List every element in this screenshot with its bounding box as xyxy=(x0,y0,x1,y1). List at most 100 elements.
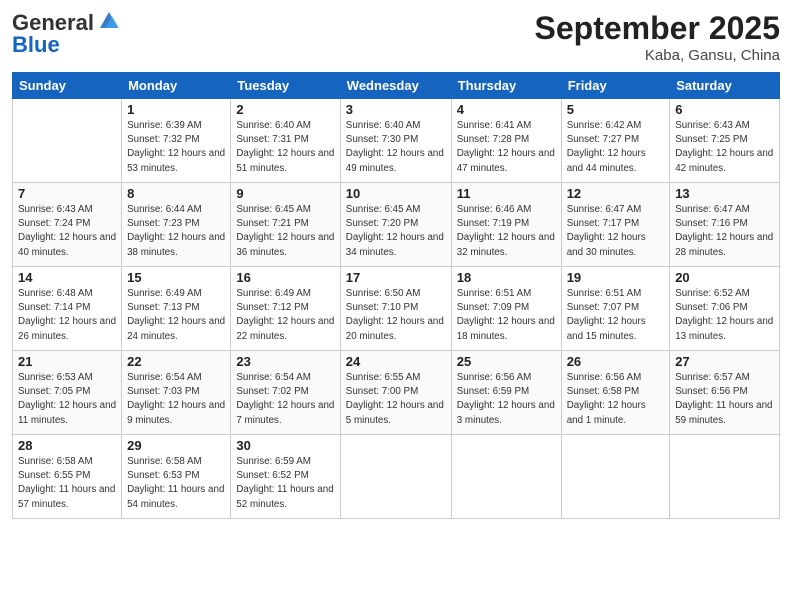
weekday-header: Friday xyxy=(561,73,670,99)
calendar-cell: 24Sunrise: 6:55 AM Sunset: 7:00 PM Dayli… xyxy=(340,351,451,435)
calendar-cell: 6 Sunrise: 6:43 AM Sunset: 7:25 PM Daylig… xyxy=(670,99,780,183)
day-number: 7 xyxy=(18,186,116,201)
calendar-cell: 14Sunrise: 6:48 AM Sunset: 7:14 PM Dayli… xyxy=(13,267,122,351)
calendar-cell xyxy=(670,435,780,519)
day-info: Sunrise: 6:40 AM Sunset: 7:31 PM Dayligh… xyxy=(236,119,334,176)
day-info: Sunrise: 6:57 AM Sunset: 6:56 PM Dayligh… xyxy=(675,371,774,428)
day-info: Sunrise: 6:48 AM Sunset: 7:14 PM Dayligh… xyxy=(18,287,116,344)
day-number: 23 xyxy=(236,354,334,369)
calendar-cell: 26 Sunrise: 6:56 AM Sunset: 6:58 PM Dayli… xyxy=(561,351,670,435)
day-number: 13 xyxy=(675,186,774,201)
day-number: 22 xyxy=(127,354,225,369)
day-info: Sunrise: 6:58 AM Sunset: 6:53 PM Dayligh… xyxy=(127,455,225,512)
calendar-cell: 12 Sunrise: 6:47 AM Sunset: 7:17 PM Dayli… xyxy=(561,183,670,267)
day-number: 24 xyxy=(346,354,446,369)
calendar-week-row: 7 Sunrise: 6:43 AM Sunset: 7:24 PM Daylig… xyxy=(13,183,780,267)
calendar-cell: 25 Sunrise: 6:56 AM Sunset: 6:59 PM Dayli… xyxy=(451,351,561,435)
calendar-cell: 17 Sunrise: 6:50 AM Sunset: 7:10 PM Dayli… xyxy=(340,267,451,351)
logo-icon xyxy=(96,8,122,34)
day-info: Sunrise: 6:52 AM Sunset: 7:06 PM Dayligh… xyxy=(675,287,774,344)
calendar-table: SundayMondayTuesdayWednesdayThursdayFrid… xyxy=(12,72,780,519)
day-info: Sunrise: 6:46 AM Sunset: 7:19 PM Dayligh… xyxy=(457,203,556,260)
day-info: Sunrise: 6:47 AM Sunset: 7:17 PM Dayligh… xyxy=(567,203,665,260)
day-number: 17 xyxy=(346,270,446,285)
day-info: Sunrise: 6:56 AM Sunset: 6:58 PM Dayligh… xyxy=(567,371,665,428)
day-number: 21 xyxy=(18,354,116,369)
calendar-cell: 8 Sunrise: 6:44 AM Sunset: 7:23 PM Daylig… xyxy=(122,183,231,267)
day-info: Sunrise: 6:39 AM Sunset: 7:32 PM Dayligh… xyxy=(127,119,225,176)
day-number: 10 xyxy=(346,186,446,201)
day-number: 4 xyxy=(457,102,556,117)
day-info: Sunrise: 6:47 AM Sunset: 7:16 PM Dayligh… xyxy=(675,203,774,260)
day-info: Sunrise: 6:42 AM Sunset: 7:27 PM Dayligh… xyxy=(567,119,665,176)
day-info: Sunrise: 6:49 AM Sunset: 7:13 PM Dayligh… xyxy=(127,287,225,344)
day-number: 11 xyxy=(457,186,556,201)
day-info: Sunrise: 6:45 AM Sunset: 7:21 PM Dayligh… xyxy=(236,203,334,260)
day-number: 16 xyxy=(236,270,334,285)
day-number: 19 xyxy=(567,270,665,285)
calendar-cell: 19 Sunrise: 6:51 AM Sunset: 7:07 PM Dayli… xyxy=(561,267,670,351)
weekday-header: Saturday xyxy=(670,73,780,99)
calendar-cell: 11 Sunrise: 6:46 AM Sunset: 7:19 PM Dayli… xyxy=(451,183,561,267)
calendar-cell: 7 Sunrise: 6:43 AM Sunset: 7:24 PM Daylig… xyxy=(13,183,122,267)
calendar-cell: 22Sunrise: 6:54 AM Sunset: 7:03 PM Dayli… xyxy=(122,351,231,435)
day-number: 2 xyxy=(236,102,334,117)
calendar-cell: 30Sunrise: 6:59 AM Sunset: 6:52 PM Dayli… xyxy=(231,435,340,519)
day-info: Sunrise: 6:45 AM Sunset: 7:20 PM Dayligh… xyxy=(346,203,446,260)
calendar-cell: 10 Sunrise: 6:45 AM Sunset: 7:20 PM Dayli… xyxy=(340,183,451,267)
calendar-cell: 21 Sunrise: 6:53 AM Sunset: 7:05 PM Dayli… xyxy=(13,351,122,435)
day-info: Sunrise: 6:50 AM Sunset: 7:10 PM Dayligh… xyxy=(346,287,446,344)
calendar-cell: 28Sunrise: 6:58 AM Sunset: 6:55 PM Dayli… xyxy=(13,435,122,519)
day-info: Sunrise: 6:56 AM Sunset: 6:59 PM Dayligh… xyxy=(457,371,556,428)
title-block: September 2025 Kaba, Gansu, China xyxy=(535,10,780,64)
calendar-week-row: 1Sunrise: 6:39 AM Sunset: 7:32 PM Daylig… xyxy=(13,99,780,183)
day-info: Sunrise: 6:51 AM Sunset: 7:09 PM Dayligh… xyxy=(457,287,556,344)
calendar-week-row: 28Sunrise: 6:58 AM Sunset: 6:55 PM Dayli… xyxy=(13,435,780,519)
day-info: Sunrise: 6:43 AM Sunset: 7:25 PM Dayligh… xyxy=(675,119,774,176)
day-number: 27 xyxy=(675,354,774,369)
day-number: 6 xyxy=(675,102,774,117)
day-info: Sunrise: 6:54 AM Sunset: 7:02 PM Dayligh… xyxy=(236,371,334,428)
calendar-cell xyxy=(451,435,561,519)
logo: General Blue xyxy=(12,10,122,58)
day-number: 8 xyxy=(127,186,225,201)
day-info: Sunrise: 6:58 AM Sunset: 6:55 PM Dayligh… xyxy=(18,455,116,512)
calendar-cell: 3Sunrise: 6:40 AM Sunset: 7:30 PM Daylig… xyxy=(340,99,451,183)
calendar-cell: 1Sunrise: 6:39 AM Sunset: 7:32 PM Daylig… xyxy=(122,99,231,183)
calendar-cell xyxy=(340,435,451,519)
calendar-cell: 5 Sunrise: 6:42 AM Sunset: 7:27 PM Daylig… xyxy=(561,99,670,183)
calendar-cell: 29 Sunrise: 6:58 AM Sunset: 6:53 PM Dayli… xyxy=(122,435,231,519)
day-info: Sunrise: 6:44 AM Sunset: 7:23 PM Dayligh… xyxy=(127,203,225,260)
calendar-cell: 16 Sunrise: 6:49 AM Sunset: 7:12 PM Dayli… xyxy=(231,267,340,351)
day-number: 26 xyxy=(567,354,665,369)
weekday-header: Monday xyxy=(122,73,231,99)
day-info: Sunrise: 6:43 AM Sunset: 7:24 PM Dayligh… xyxy=(18,203,116,260)
page-container: General Blue September 2025 Kaba, Gansu,… xyxy=(0,0,792,527)
day-info: Sunrise: 6:40 AM Sunset: 7:30 PM Dayligh… xyxy=(346,119,446,176)
weekday-header: Tuesday xyxy=(231,73,340,99)
weekday-header: Wednesday xyxy=(340,73,451,99)
weekday-header: Thursday xyxy=(451,73,561,99)
weekday-header: Sunday xyxy=(13,73,122,99)
month-title: September 2025 xyxy=(535,10,780,47)
calendar-week-row: 14Sunrise: 6:48 AM Sunset: 7:14 PM Dayli… xyxy=(13,267,780,351)
calendar-header-row: SundayMondayTuesdayWednesdayThursdayFrid… xyxy=(13,73,780,99)
day-info: Sunrise: 6:59 AM Sunset: 6:52 PM Dayligh… xyxy=(236,455,334,512)
calendar-cell: 23 Sunrise: 6:54 AM Sunset: 7:02 PM Dayli… xyxy=(231,351,340,435)
day-number: 12 xyxy=(567,186,665,201)
day-info: Sunrise: 6:51 AM Sunset: 7:07 PM Dayligh… xyxy=(567,287,665,344)
calendar-cell: 2 Sunrise: 6:40 AM Sunset: 7:31 PM Daylig… xyxy=(231,99,340,183)
calendar-cell: 20Sunrise: 6:52 AM Sunset: 7:06 PM Dayli… xyxy=(670,267,780,351)
day-info: Sunrise: 6:53 AM Sunset: 7:05 PM Dayligh… xyxy=(18,371,116,428)
calendar-cell: 27 Sunrise: 6:57 AM Sunset: 6:56 PM Dayli… xyxy=(670,351,780,435)
day-number: 25 xyxy=(457,354,556,369)
calendar-cell: 9Sunrise: 6:45 AM Sunset: 7:21 PM Daylig… xyxy=(231,183,340,267)
location: Kaba, Gansu, China xyxy=(535,47,780,64)
day-number: 5 xyxy=(567,102,665,117)
day-number: 29 xyxy=(127,438,225,453)
day-number: 15 xyxy=(127,270,225,285)
calendar-cell: 18Sunrise: 6:51 AM Sunset: 7:09 PM Dayli… xyxy=(451,267,561,351)
calendar-cell: 13 Sunrise: 6:47 AM Sunset: 7:16 PM Dayli… xyxy=(670,183,780,267)
day-info: Sunrise: 6:41 AM Sunset: 7:28 PM Dayligh… xyxy=(457,119,556,176)
day-info: Sunrise: 6:49 AM Sunset: 7:12 PM Dayligh… xyxy=(236,287,334,344)
